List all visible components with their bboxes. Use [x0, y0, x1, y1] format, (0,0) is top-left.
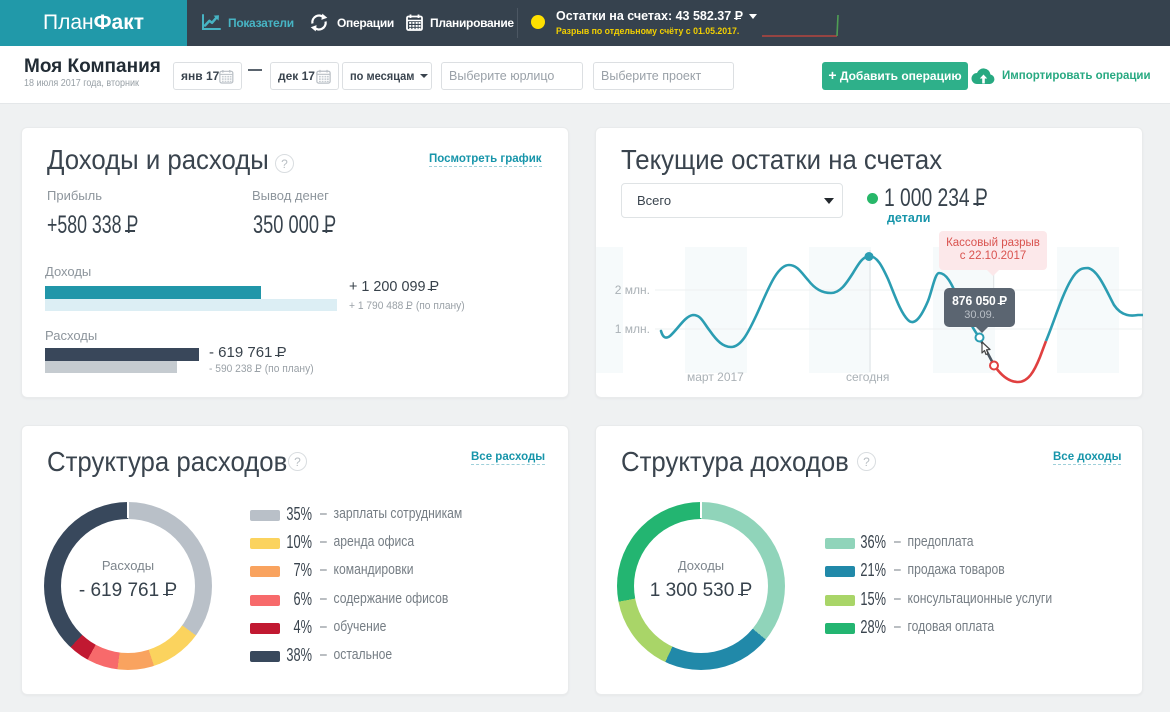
svg-text:сегодня: сегодня	[846, 370, 889, 384]
svg-text:март 2017: март 2017	[687, 370, 744, 384]
svg-text:1 млн.: 1 млн.	[615, 322, 650, 336]
svg-text:2 млн.: 2 млн.	[615, 283, 650, 297]
